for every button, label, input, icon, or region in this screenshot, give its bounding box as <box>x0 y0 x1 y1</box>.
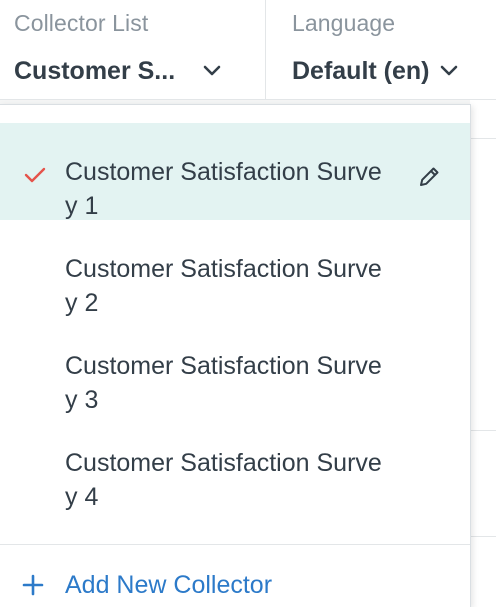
language-label: Language <box>292 10 396 36</box>
add-new-collector-button[interactable]: Add New Collector <box>22 567 272 603</box>
pencil-icon[interactable] <box>417 165 441 189</box>
collector-menu-item-label: Customer Satisfaction Survey 2 <box>65 255 382 317</box>
language-select[interactable]: Default (en) <box>292 54 458 88</box>
add-new-collector-label: Add New Collector <box>65 570 273 599</box>
collector-menu-item[interactable]: Customer Satisfaction Survey 4 <box>0 414 470 511</box>
collector-menu-item-label: Customer Satisfaction Survey 1 <box>65 158 382 220</box>
background-panel <box>470 100 496 607</box>
check-icon <box>24 167 46 183</box>
background-divider <box>470 536 496 537</box>
collector-settings-page: Collector List Customer S... Language De… <box>0 0 496 607</box>
collector-menu-list: Customer Satisfaction Survey 1 Customer … <box>0 123 470 511</box>
collector-menu-item-label: Customer Satisfaction Survey 4 <box>65 449 382 511</box>
collector-list-value: Customer S... <box>14 56 176 85</box>
collector-dropdown-menu: Customer Satisfaction Survey 1 Customer … <box>0 104 471 607</box>
collector-header-bar: Collector List Customer S... Language De… <box>0 0 496 100</box>
collector-menu-item-label: Customer Satisfaction Survey 3 <box>65 352 382 414</box>
chevron-down-icon <box>440 65 457 76</box>
language-value: Default (en) <box>292 56 430 85</box>
plus-icon <box>22 574 44 596</box>
collector-list-field: Collector List Customer S... <box>0 0 266 100</box>
chevron-down-icon <box>203 65 221 76</box>
collector-menu-item[interactable]: Customer Satisfaction Survey 3 <box>0 317 470 414</box>
collector-list-label: Collector List <box>14 10 149 36</box>
collector-menu-item[interactable]: Customer Satisfaction Survey 1 <box>0 123 470 220</box>
background-divider <box>470 138 496 139</box>
language-field: Language Default (en) <box>267 0 496 100</box>
collector-menu-item[interactable]: Customer Satisfaction Survey 2 <box>0 220 470 317</box>
background-divider <box>470 430 496 431</box>
menu-divider <box>0 544 470 545</box>
collector-list-select[interactable]: Customer S... <box>14 54 221 88</box>
